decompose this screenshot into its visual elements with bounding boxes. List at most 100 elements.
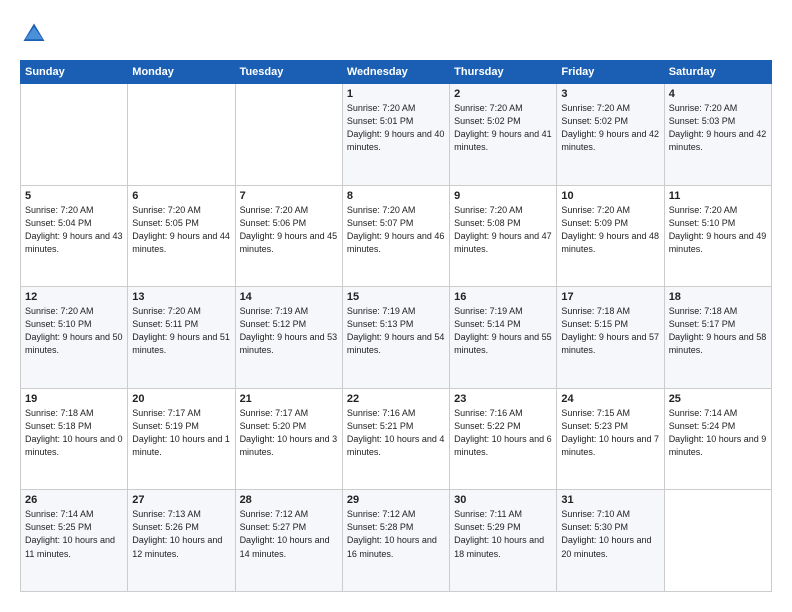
calendar-cell: 2Sunrise: 7:20 AM Sunset: 5:02 PM Daylig… [450, 84, 557, 186]
calendar-cell [128, 84, 235, 186]
day-number: 29 [347, 494, 445, 506]
day-number: 8 [347, 190, 445, 202]
day-info: Sunrise: 7:16 AM Sunset: 5:21 PM Dayligh… [347, 407, 445, 459]
calendar-cell: 18 Sunrise: 7:18 AM Sunset: 5:17 PM Dayli… [664, 287, 771, 389]
calendar-cell: 11 Sunrise: 7:20 AM Sunset: 5:10 PM Dayli… [664, 185, 771, 287]
day-number: 15 [347, 291, 445, 303]
day-info: Sunrise: 7:20 AM Sunset: 5:11 PM Dayligh… [132, 305, 230, 357]
day-number: 4 [669, 88, 767, 100]
day-info: Sunrise: 7:20 AM Sunset: 5:03 PM Dayligh… [669, 102, 767, 154]
day-number: 3 [561, 88, 659, 100]
calendar-cell: 4 Sunrise: 7:20 AM Sunset: 5:03 PM Daylig… [664, 84, 771, 186]
day-info: Sunrise: 7:19 AM Sunset: 5:14 PM Dayligh… [454, 305, 552, 357]
calendar-cell: 1 Sunrise: 7:20 AM Sunset: 5:01 PM Daylig… [342, 84, 449, 186]
calendar-cell: 20 Sunrise: 7:17 AM Sunset: 5:19 PM Dayli… [128, 388, 235, 490]
day-number: 21 [240, 393, 338, 405]
day-info: Sunrise: 7:12 AM Sunset: 5:28 PM Dayligh… [347, 508, 445, 560]
day-number: 27 [132, 494, 230, 506]
calendar-cell: 26Sunrise: 7:14 AM Sunset: 5:25 PM Dayli… [21, 490, 128, 592]
day-number: 7 [240, 190, 338, 202]
calendar-week-row: 12 Sunrise: 7:20 AM Sunset: 5:10 PM Dayli… [21, 287, 772, 389]
day-info: Sunrise: 7:19 AM Sunset: 5:13 PM Dayligh… [347, 305, 445, 357]
calendar-cell: 12 Sunrise: 7:20 AM Sunset: 5:10 PM Dayli… [21, 287, 128, 389]
calendar-cell: 29 Sunrise: 7:12 AM Sunset: 5:28 PM Dayli… [342, 490, 449, 592]
day-info: Sunrise: 7:20 AM Sunset: 5:06 PM Dayligh… [240, 204, 338, 256]
day-number: 25 [669, 393, 767, 405]
day-number: 30 [454, 494, 552, 506]
day-number: 22 [347, 393, 445, 405]
day-info: Sunrise: 7:17 AM Sunset: 5:19 PM Dayligh… [132, 407, 230, 459]
day-info: Sunrise: 7:20 AM Sunset: 5:08 PM Dayligh… [454, 204, 552, 256]
day-info: Sunrise: 7:20 AM Sunset: 5:10 PM Dayligh… [25, 305, 123, 357]
day-number: 18 [669, 291, 767, 303]
calendar-cell: 14 Sunrise: 7:19 AM Sunset: 5:12 PM Dayli… [235, 287, 342, 389]
calendar-cell: 23 Sunrise: 7:16 AM Sunset: 5:22 PM Dayli… [450, 388, 557, 490]
day-info: Sunrise: 7:18 AM Sunset: 5:17 PM Dayligh… [669, 305, 767, 357]
calendar-week-row: 19Sunrise: 7:18 AM Sunset: 5:18 PM Dayli… [21, 388, 772, 490]
day-info: Sunrise: 7:20 AM Sunset: 5:02 PM Dayligh… [561, 102, 659, 154]
day-number: 23 [454, 393, 552, 405]
calendar-header-sunday: Sunday [21, 61, 128, 84]
day-info: Sunrise: 7:14 AM Sunset: 5:25 PM Dayligh… [25, 508, 123, 560]
calendar-cell: 22 Sunrise: 7:16 AM Sunset: 5:21 PM Dayli… [342, 388, 449, 490]
day-info: Sunrise: 7:15 AM Sunset: 5:23 PM Dayligh… [561, 407, 659, 459]
calendar-cell: 7 Sunrise: 7:20 AM Sunset: 5:06 PM Daylig… [235, 185, 342, 287]
day-info: Sunrise: 7:12 AM Sunset: 5:27 PM Dayligh… [240, 508, 338, 560]
calendar-cell: 24 Sunrise: 7:15 AM Sunset: 5:23 PM Dayli… [557, 388, 664, 490]
calendar-header-monday: Monday [128, 61, 235, 84]
calendar-week-row: 1 Sunrise: 7:20 AM Sunset: 5:01 PM Daylig… [21, 84, 772, 186]
calendar-cell: 16 Sunrise: 7:19 AM Sunset: 5:14 PM Dayli… [450, 287, 557, 389]
day-number: 9 [454, 190, 552, 202]
day-number: 13 [132, 291, 230, 303]
calendar-cell [21, 84, 128, 186]
calendar-cell: 10 Sunrise: 7:20 AM Sunset: 5:09 PM Dayli… [557, 185, 664, 287]
calendar-cell: 30 Sunrise: 7:11 AM Sunset: 5:29 PM Dayli… [450, 490, 557, 592]
calendar-cell: 15 Sunrise: 7:19 AM Sunset: 5:13 PM Dayli… [342, 287, 449, 389]
calendar-header-saturday: Saturday [664, 61, 771, 84]
calendar-cell: 25 Sunrise: 7:14 AM Sunset: 5:24 PM Dayli… [664, 388, 771, 490]
calendar-week-row: 5 Sunrise: 7:20 AM Sunset: 5:04 PM Daylig… [21, 185, 772, 287]
day-info: Sunrise: 7:20 AM Sunset: 5:04 PM Dayligh… [25, 204, 123, 256]
day-number: 10 [561, 190, 659, 202]
day-info: Sunrise: 7:13 AM Sunset: 5:26 PM Dayligh… [132, 508, 230, 560]
calendar-cell: 13 Sunrise: 7:20 AM Sunset: 5:11 PM Dayli… [128, 287, 235, 389]
day-number: 20 [132, 393, 230, 405]
calendar-table: SundayMondayTuesdayWednesdayThursdayFrid… [20, 60, 772, 592]
page: SundayMondayTuesdayWednesdayThursdayFrid… [0, 0, 792, 612]
day-number: 11 [669, 190, 767, 202]
header [20, 20, 772, 48]
day-info: Sunrise: 7:20 AM Sunset: 5:07 PM Dayligh… [347, 204, 445, 256]
calendar-cell: 31Sunrise: 7:10 AM Sunset: 5:30 PM Dayli… [557, 490, 664, 592]
day-number: 17 [561, 291, 659, 303]
day-info: Sunrise: 7:20 AM Sunset: 5:01 PM Dayligh… [347, 102, 445, 154]
calendar-cell: 17 Sunrise: 7:18 AM Sunset: 5:15 PM Dayli… [557, 287, 664, 389]
calendar-cell: 6 Sunrise: 7:20 AM Sunset: 5:05 PM Daylig… [128, 185, 235, 287]
day-info: Sunrise: 7:18 AM Sunset: 5:18 PM Dayligh… [25, 407, 123, 459]
calendar-cell: 3 Sunrise: 7:20 AM Sunset: 5:02 PM Daylig… [557, 84, 664, 186]
day-info: Sunrise: 7:14 AM Sunset: 5:24 PM Dayligh… [669, 407, 767, 459]
day-number: 12 [25, 291, 123, 303]
day-info: Sunrise: 7:19 AM Sunset: 5:12 PM Dayligh… [240, 305, 338, 357]
calendar-header-friday: Friday [557, 61, 664, 84]
calendar-cell [664, 490, 771, 592]
day-info: Sunrise: 7:20 AM Sunset: 5:02 PM Dayligh… [454, 102, 552, 154]
day-number: 6 [132, 190, 230, 202]
day-number: 1 [347, 88, 445, 100]
day-number: 14 [240, 291, 338, 303]
day-info: Sunrise: 7:20 AM Sunset: 5:09 PM Dayligh… [561, 204, 659, 256]
day-number: 24 [561, 393, 659, 405]
calendar-header-tuesday: Tuesday [235, 61, 342, 84]
day-number: 5 [25, 190, 123, 202]
calendar-header-thursday: Thursday [450, 61, 557, 84]
day-info: Sunrise: 7:11 AM Sunset: 5:29 PM Dayligh… [454, 508, 552, 560]
calendar-cell: 19Sunrise: 7:18 AM Sunset: 5:18 PM Dayli… [21, 388, 128, 490]
day-info: Sunrise: 7:16 AM Sunset: 5:22 PM Dayligh… [454, 407, 552, 459]
day-info: Sunrise: 7:20 AM Sunset: 5:05 PM Dayligh… [132, 204, 230, 256]
day-info: Sunrise: 7:18 AM Sunset: 5:15 PM Dayligh… [561, 305, 659, 357]
day-number: 16 [454, 291, 552, 303]
calendar-cell: 5 Sunrise: 7:20 AM Sunset: 5:04 PM Daylig… [21, 185, 128, 287]
day-info: Sunrise: 7:20 AM Sunset: 5:10 PM Dayligh… [669, 204, 767, 256]
day-info: Sunrise: 7:17 AM Sunset: 5:20 PM Dayligh… [240, 407, 338, 459]
logo-icon [20, 20, 48, 48]
day-info: Sunrise: 7:10 AM Sunset: 5:30 PM Dayligh… [561, 508, 659, 560]
